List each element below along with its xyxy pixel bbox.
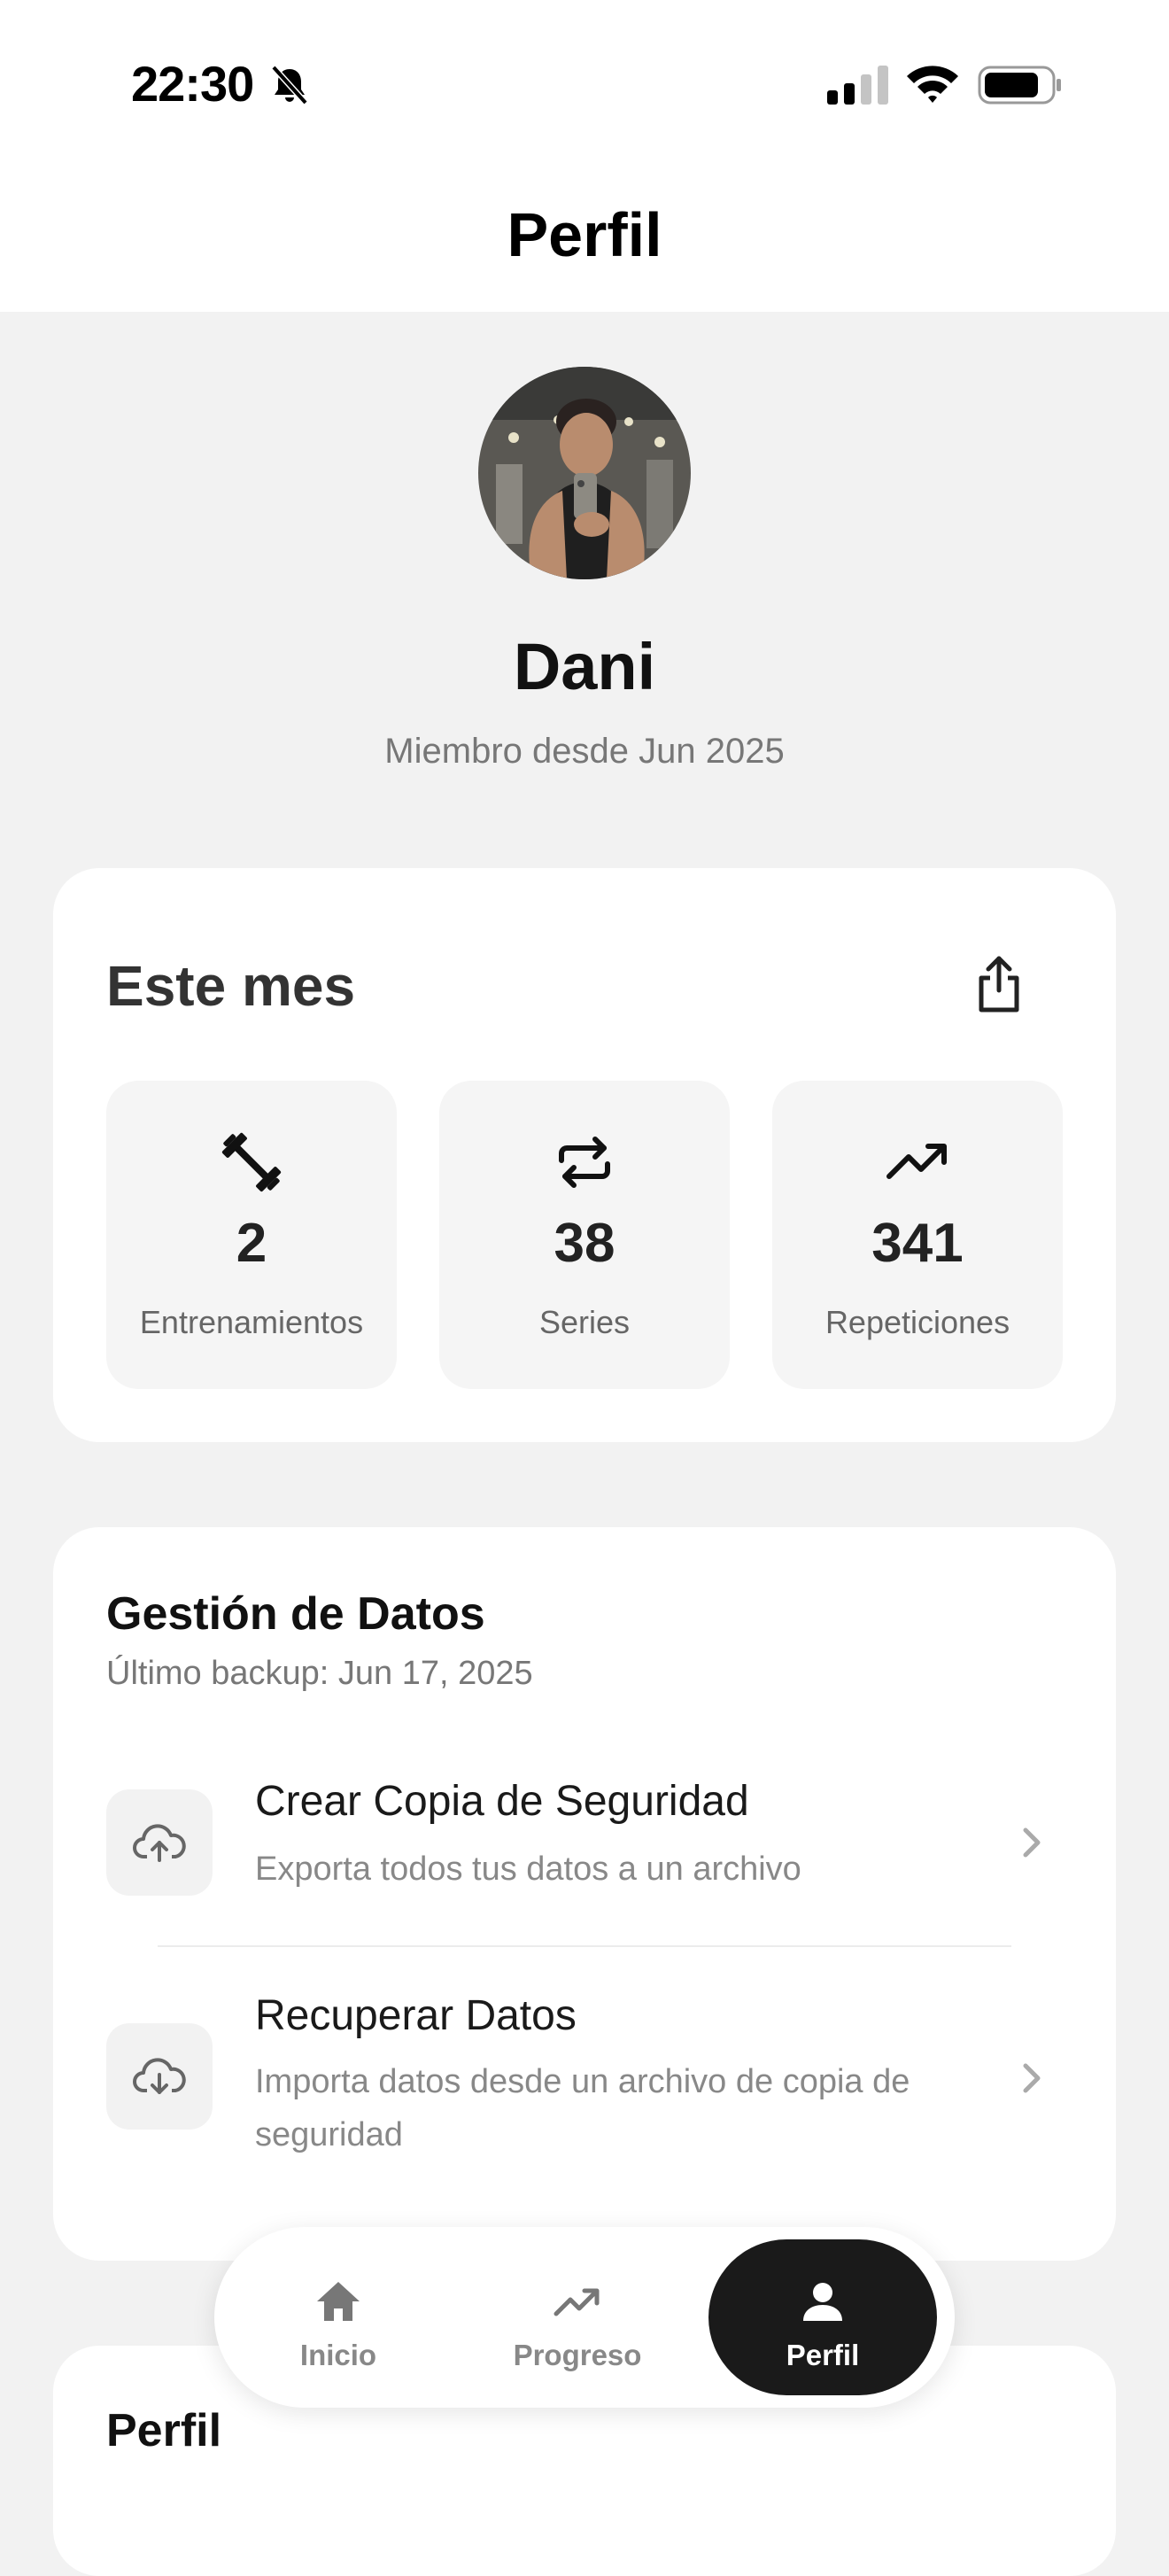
row-icon-box [106, 2023, 213, 2130]
battery-icon [978, 66, 1061, 105]
stat-reps: 341 Repeticiones [772, 1081, 1063, 1389]
tab-label: Perfil [786, 2339, 860, 2371]
divider [158, 1945, 1011, 1947]
cloud-download-icon [133, 2058, 186, 2094]
cloud-upload-icon [133, 1824, 186, 1862]
tab-progreso[interactable]: Progreso [480, 2239, 675, 2395]
stat-value: 341 [871, 1213, 964, 1274]
share-icon[interactable] [971, 953, 1027, 1017]
signal-icon [827, 66, 888, 105]
row-description: Exporta todos tus datos a un archivo [255, 1851, 801, 1888]
member-since-text: Miembro desde Jun 2025 [384, 732, 785, 771]
stat-workouts: 2 Entrenamientos [106, 1081, 397, 1389]
profile-section-title: Perfil [106, 2405, 222, 2456]
home-icon [317, 2282, 360, 2321]
person-icon [803, 2283, 842, 2321]
tab-label: Progreso [513, 2339, 642, 2371]
dumbbell-icon [221, 1132, 282, 1192]
data-management-title: Gestión de Datos [106, 1588, 485, 1640]
user-name: Dani [513, 630, 656, 703]
tab-label: Inicio [299, 2339, 377, 2371]
trending-up-icon [886, 1144, 947, 1179]
avatar-image [478, 367, 691, 579]
page-title: Perfil [507, 200, 662, 269]
wifi-icon [907, 66, 958, 103]
stat-label: Entrenamientos [139, 1304, 364, 1340]
chevron-right-icon [1023, 2063, 1041, 2093]
this-month-title: Este mes [106, 954, 356, 1018]
stat-label: Repeticiones [824, 1304, 1010, 1340]
restore-data-row[interactable]: Recuperar Datos Importa datos desde un a… [53, 1981, 1116, 2229]
repeat-icon [559, 1137, 610, 1188]
row-title: Recuperar Datos [255, 1992, 577, 2039]
row-title: Crear Copia de Seguridad [255, 1778, 749, 1825]
row-icon-box [106, 1789, 213, 1896]
row-description: Importa datos desde un archivo de copia … [255, 2063, 910, 2153]
bottom-tab-bar: Inicio Progreso Perfil [214, 2227, 955, 2408]
trending-up-icon [554, 2288, 600, 2316]
status-time: 22:30 [131, 56, 254, 112]
tab-perfil[interactable]: Perfil [708, 2239, 937, 2395]
tab-inicio[interactable]: Inicio [241, 2239, 436, 2395]
create-backup-row[interactable]: Crear Copia de Seguridad Exporta todos t… [53, 1768, 1116, 1945]
stat-value: 2 [236, 1213, 267, 1274]
stat-value: 38 [554, 1213, 615, 1274]
last-backup-text: Último backup: Jun 17, 2025 [106, 1655, 533, 1692]
chevron-right-icon [1023, 1827, 1041, 1858]
bell-muted-icon [271, 65, 308, 105]
stat-label: Series [538, 1304, 631, 1340]
stat-series: 38 Series [439, 1081, 730, 1389]
avatar[interactable] [478, 367, 691, 579]
